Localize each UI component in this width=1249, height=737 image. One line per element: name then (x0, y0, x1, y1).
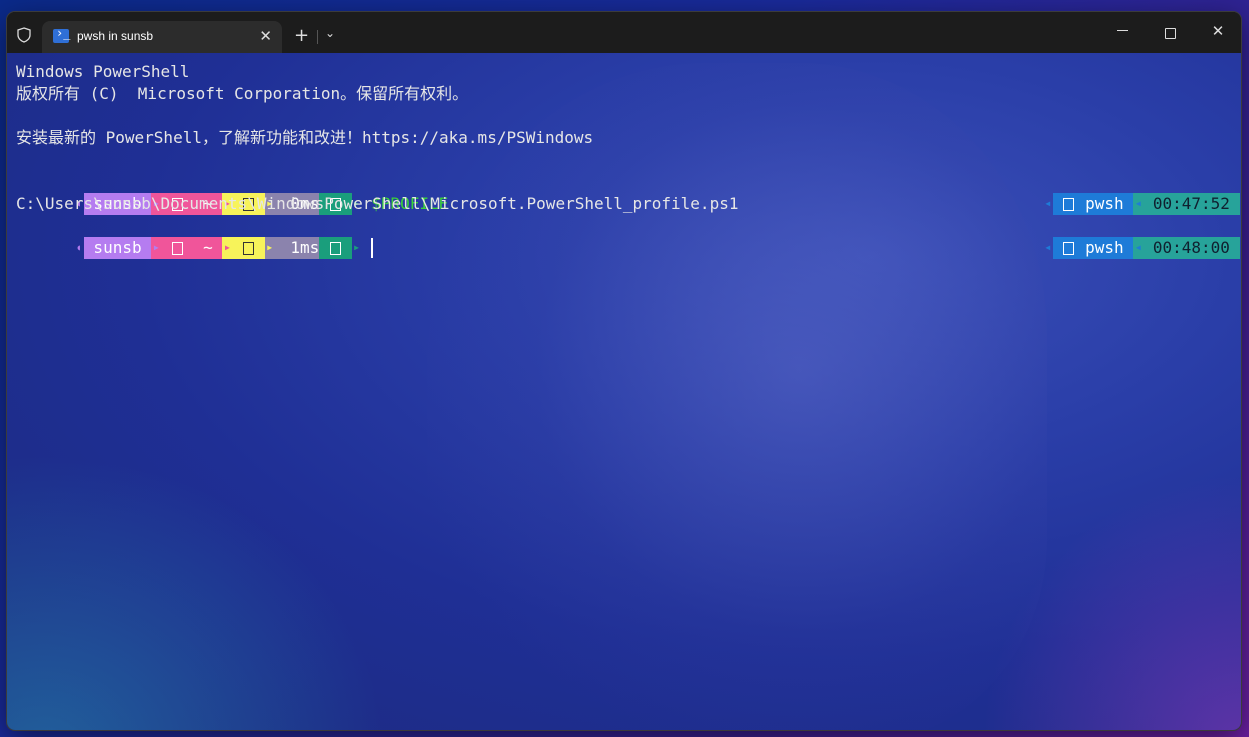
duration-value: 1ms (290, 238, 320, 257)
chevron-down-icon[interactable]: ⌄ (325, 26, 335, 40)
new-tab-button[interactable]: + (294, 25, 309, 46)
terminal-content[interactable]: Windows PowerShell 版权所有 (C) Microsoft Co… (7, 53, 1241, 730)
status-segment (232, 237, 265, 259)
prompt-line: ◖ sunsb ▶ ~ ▶ ▶ 1ms ▶ (16, 215, 374, 281)
background-glow (7, 453, 387, 730)
shell-segment: pwsh (1052, 193, 1134, 215)
output-line: 安装最新的 PowerShell，了解新功能和改进！https://aka.ms… (16, 128, 594, 147)
output-line: Windows PowerShell (16, 62, 190, 81)
shell-name: pwsh (1075, 238, 1134, 257)
maximize-icon (1164, 28, 1176, 39)
time-segment: 00:48:00 (1143, 237, 1240, 259)
tab-close-icon[interactable]: ✕ (259, 27, 272, 45)
folder-icon (171, 242, 183, 255)
minimize-icon (1116, 29, 1128, 31)
powershell-icon: ›_ (53, 26, 70, 43)
check-icon (243, 242, 255, 255)
terminal-window: ›_ pwsh in sunsb ✕ + ⌄ ✕ Windows PowerSh… (7, 12, 1241, 730)
folder-segment (161, 237, 194, 259)
title-bar: ›_ pwsh in sunsb ✕ + ⌄ ✕ (7, 12, 1241, 53)
time-segment: 00:47:52 (1143, 193, 1240, 215)
exit-segment (319, 237, 352, 259)
shell-icon (1063, 242, 1075, 255)
right-prompt: ◀ pwsh ◀ 00:48:00 ◗ (985, 215, 1241, 281)
segment-separator: ▶ (151, 237, 162, 259)
segment-separator: ▶ (264, 237, 275, 259)
tab-pwsh[interactable]: ›_ pwsh in sunsb ✕ (42, 21, 282, 53)
path-segment: ~ (193, 237, 223, 259)
shell-name: pwsh (1075, 194, 1134, 213)
output-line: 版权所有 (C) Microsoft Corporation。保留所有权利。 (16, 84, 469, 103)
divider (317, 30, 318, 44)
exit-icon (329, 242, 341, 255)
segment-cap: ◖ (76, 243, 82, 252)
text-cursor (371, 238, 374, 258)
segment-cap: ◀ (1045, 199, 1051, 208)
background-image (427, 63, 1047, 730)
segment-cap: ◗ (1240, 193, 1241, 215)
tab-title: pwsh in sunsb (77, 29, 154, 43)
background-glow (981, 473, 1241, 730)
segment-separator: ◀ (1133, 237, 1144, 259)
maximize-button[interactable] (1155, 22, 1185, 43)
duration-segment: 1ms (274, 237, 320, 259)
segment-cap: ◗ (1240, 237, 1241, 259)
segment-separator: ▶ (222, 237, 233, 259)
shell-segment: pwsh (1052, 237, 1134, 259)
segment-cap: ▶ (354, 243, 359, 252)
output-line: C:\Users\sunsb\Documents\WindowsPowerShe… (16, 194, 739, 213)
timer-icon (285, 243, 289, 254)
segment-separator: ◀ (1133, 193, 1144, 215)
close-button[interactable]: ✕ (1203, 22, 1233, 40)
shield-icon (17, 27, 31, 43)
segment-cap: ◀ (1045, 243, 1051, 252)
user-segment: sunsb (83, 237, 152, 259)
minimize-button[interactable] (1107, 22, 1137, 40)
shell-icon (1063, 198, 1075, 211)
